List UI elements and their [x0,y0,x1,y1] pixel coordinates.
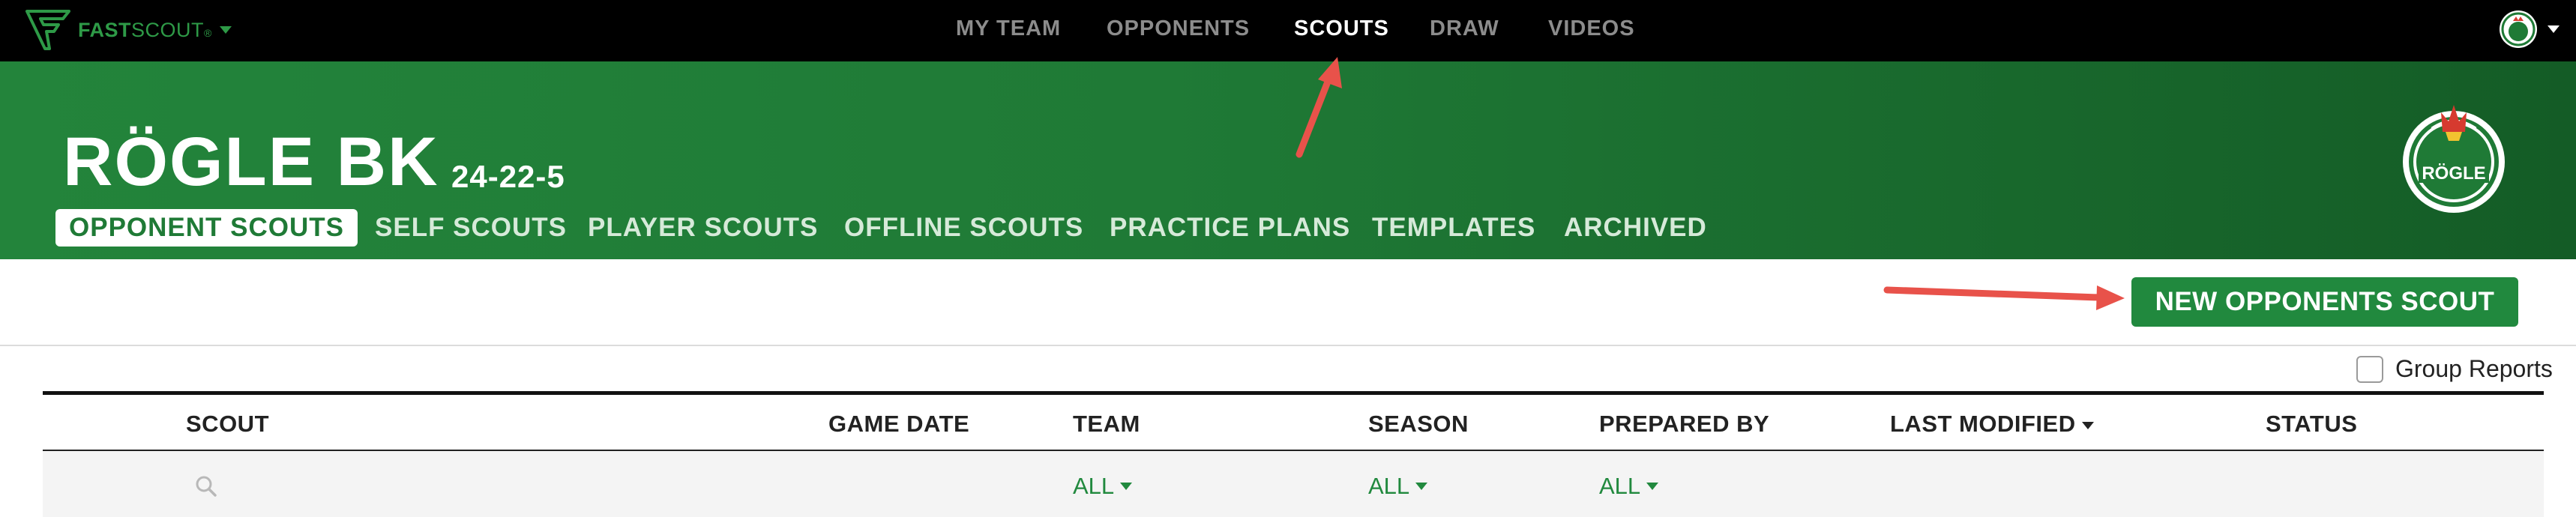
nav-videos[interactable]: VIDEOS [1548,16,1635,41]
prepared-by-filter-value: ALL [1599,473,1641,499]
group-reports-toggle[interactable]: Group Reports [2356,355,2553,383]
tab-offline-scouts[interactable]: OFFLINE SCOUTS [844,209,1083,247]
column-header-game-date[interactable]: GAME DATE [828,411,969,438]
scouts-toolbar: NEW OPPONENTS SCOUT [0,259,2576,346]
chevron-down-icon [1120,483,1133,490]
main-nav: MY TEAM OPPONENTS SCOUTS DRAW VIDEOS [0,0,2576,61]
crest-text: RÖGLE [2422,163,2485,184]
season-filter-dropdown[interactable]: ALL [1368,473,1428,500]
tab-templates[interactable]: TEMPLATES [1372,209,1535,247]
nav-my-team[interactable]: MY TEAM [956,16,1061,41]
team-crest-avatar-icon [2501,12,2536,46]
tab-practice-plans[interactable]: PRACTICE PLANS [1110,209,1350,247]
column-header-scout[interactable]: SCOUT [186,411,269,438]
nav-scouts[interactable]: SCOUTS [1294,16,1389,41]
sort-descending-icon [2081,421,2094,429]
group-reports-checkbox[interactable] [2356,355,2383,383]
team-name: RÖGLE BK [63,124,439,200]
column-header-prepared-by[interactable]: PREPARED BY [1599,411,1769,438]
chevron-down-icon [1646,483,1659,490]
column-header-last-modified[interactable]: LAST MODIFIED [1890,411,2094,438]
tab-self-scouts[interactable]: SELF SCOUTS [375,209,567,247]
chevron-down-icon [2548,25,2560,33]
prepared-by-filter-dropdown[interactable]: ALL [1599,473,1659,500]
team-filter-value: ALL [1073,473,1115,499]
nav-draw[interactable]: DRAW [1430,16,1499,41]
team-crest-logo: RÖGLE [2403,105,2505,213]
column-header-status[interactable]: STATUS [2266,411,2357,438]
user-menu[interactable] [2500,10,2560,48]
column-header-last-modified-label: LAST MODIFIED [1890,411,2076,437]
search-icon[interactable] [193,474,219,499]
table-filter-row [43,451,2544,517]
new-opponents-scout-button[interactable]: NEW OPPONENTS SCOUT [2131,277,2518,327]
tab-archived[interactable]: ARCHIVED [1564,209,1707,247]
top-nav-bar: FAST SCOUT ® MY TEAM OPPONENTS SCOUTS DR… [0,0,2576,61]
nav-opponents[interactable]: OPPONENTS [1107,16,1250,41]
group-reports-label: Group Reports [2395,355,2553,382]
team-header: RÖGLE BK 24-22-5 OPPONENT SCOUTS SELF SC… [0,61,2576,259]
tab-player-scouts[interactable]: PLAYER SCOUTS [588,209,818,247]
team-record: 24-22-5 [451,159,565,194]
avatar[interactable] [2500,10,2537,48]
column-header-team[interactable]: TEAM [1073,411,1140,438]
season-filter-value: ALL [1368,473,1410,499]
tab-opponent-scouts[interactable]: OPPONENT SCOUTS [55,209,358,247]
column-header-season[interactable]: SEASON [1368,411,1469,438]
chevron-down-icon [1415,483,1428,490]
team-filter-dropdown[interactable]: ALL [1073,473,1133,500]
table-top-divider [43,391,2544,395]
